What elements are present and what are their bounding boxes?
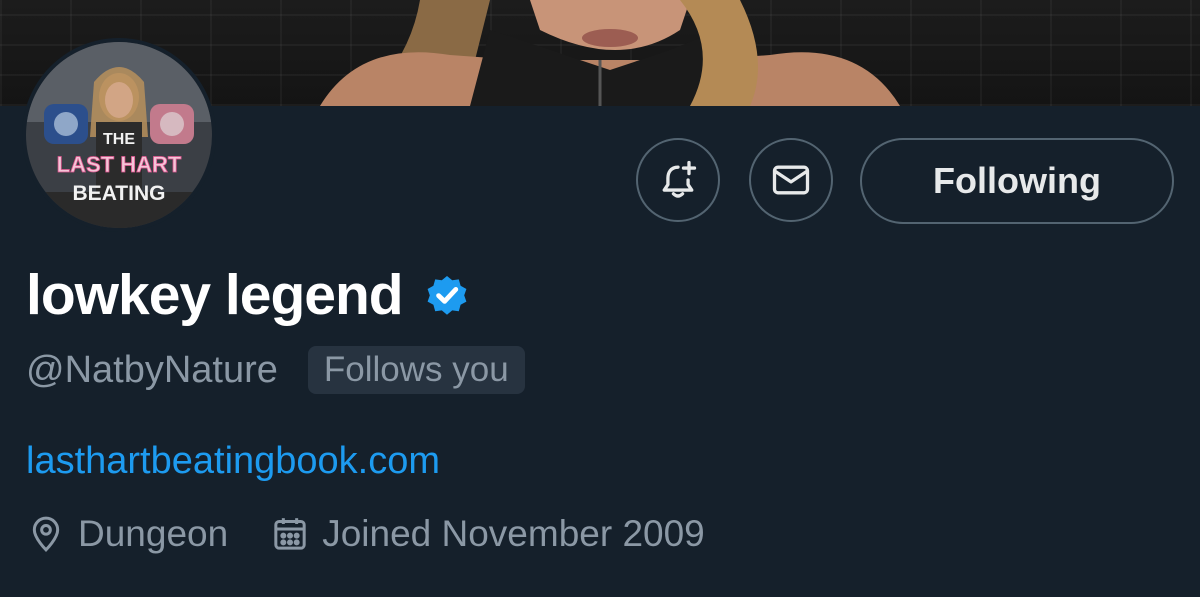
bell-plus-icon	[662, 160, 697, 198]
location-text: Dungeon	[78, 513, 229, 554]
location-pin-icon	[32, 516, 60, 552]
follows-you-badge: Follows you	[307, 346, 525, 394]
joined-date-text: Joined November 2009	[322, 513, 705, 554]
avatar-image: THE LAST HART BEATING	[26, 42, 212, 228]
verified-badge-icon[interactable]	[423, 271, 471, 319]
profile-avatar[interactable]: THE LAST HART BEATING	[22, 38, 216, 232]
handle-row: @NatbyNature Follows you	[26, 346, 525, 394]
profile-name-row: lowkey legend	[26, 262, 471, 328]
banner-photo	[320, 0, 900, 106]
joined-item: Joined November 2009	[270, 513, 705, 555]
display-name: lowkey legend	[26, 263, 404, 327]
calendar-icon	[274, 518, 306, 550]
user-handle: @NatbyNature	[26, 348, 278, 391]
location-item: Dungeon	[26, 513, 228, 555]
message-button[interactable]	[749, 138, 833, 222]
envelope-icon	[772, 165, 810, 195]
avatar-title-line3: BEATING	[73, 182, 166, 205]
profile-meta: Dungeon Joined November 2009	[26, 513, 705, 555]
following-button[interactable]: Following	[860, 138, 1174, 224]
notifications-button[interactable]	[636, 138, 720, 222]
website-link[interactable]: lasthartbeatingbook.com	[26, 440, 440, 483]
avatar-title-line2: LAST HART	[57, 152, 182, 177]
avatar-title-line1: THE	[103, 131, 135, 148]
